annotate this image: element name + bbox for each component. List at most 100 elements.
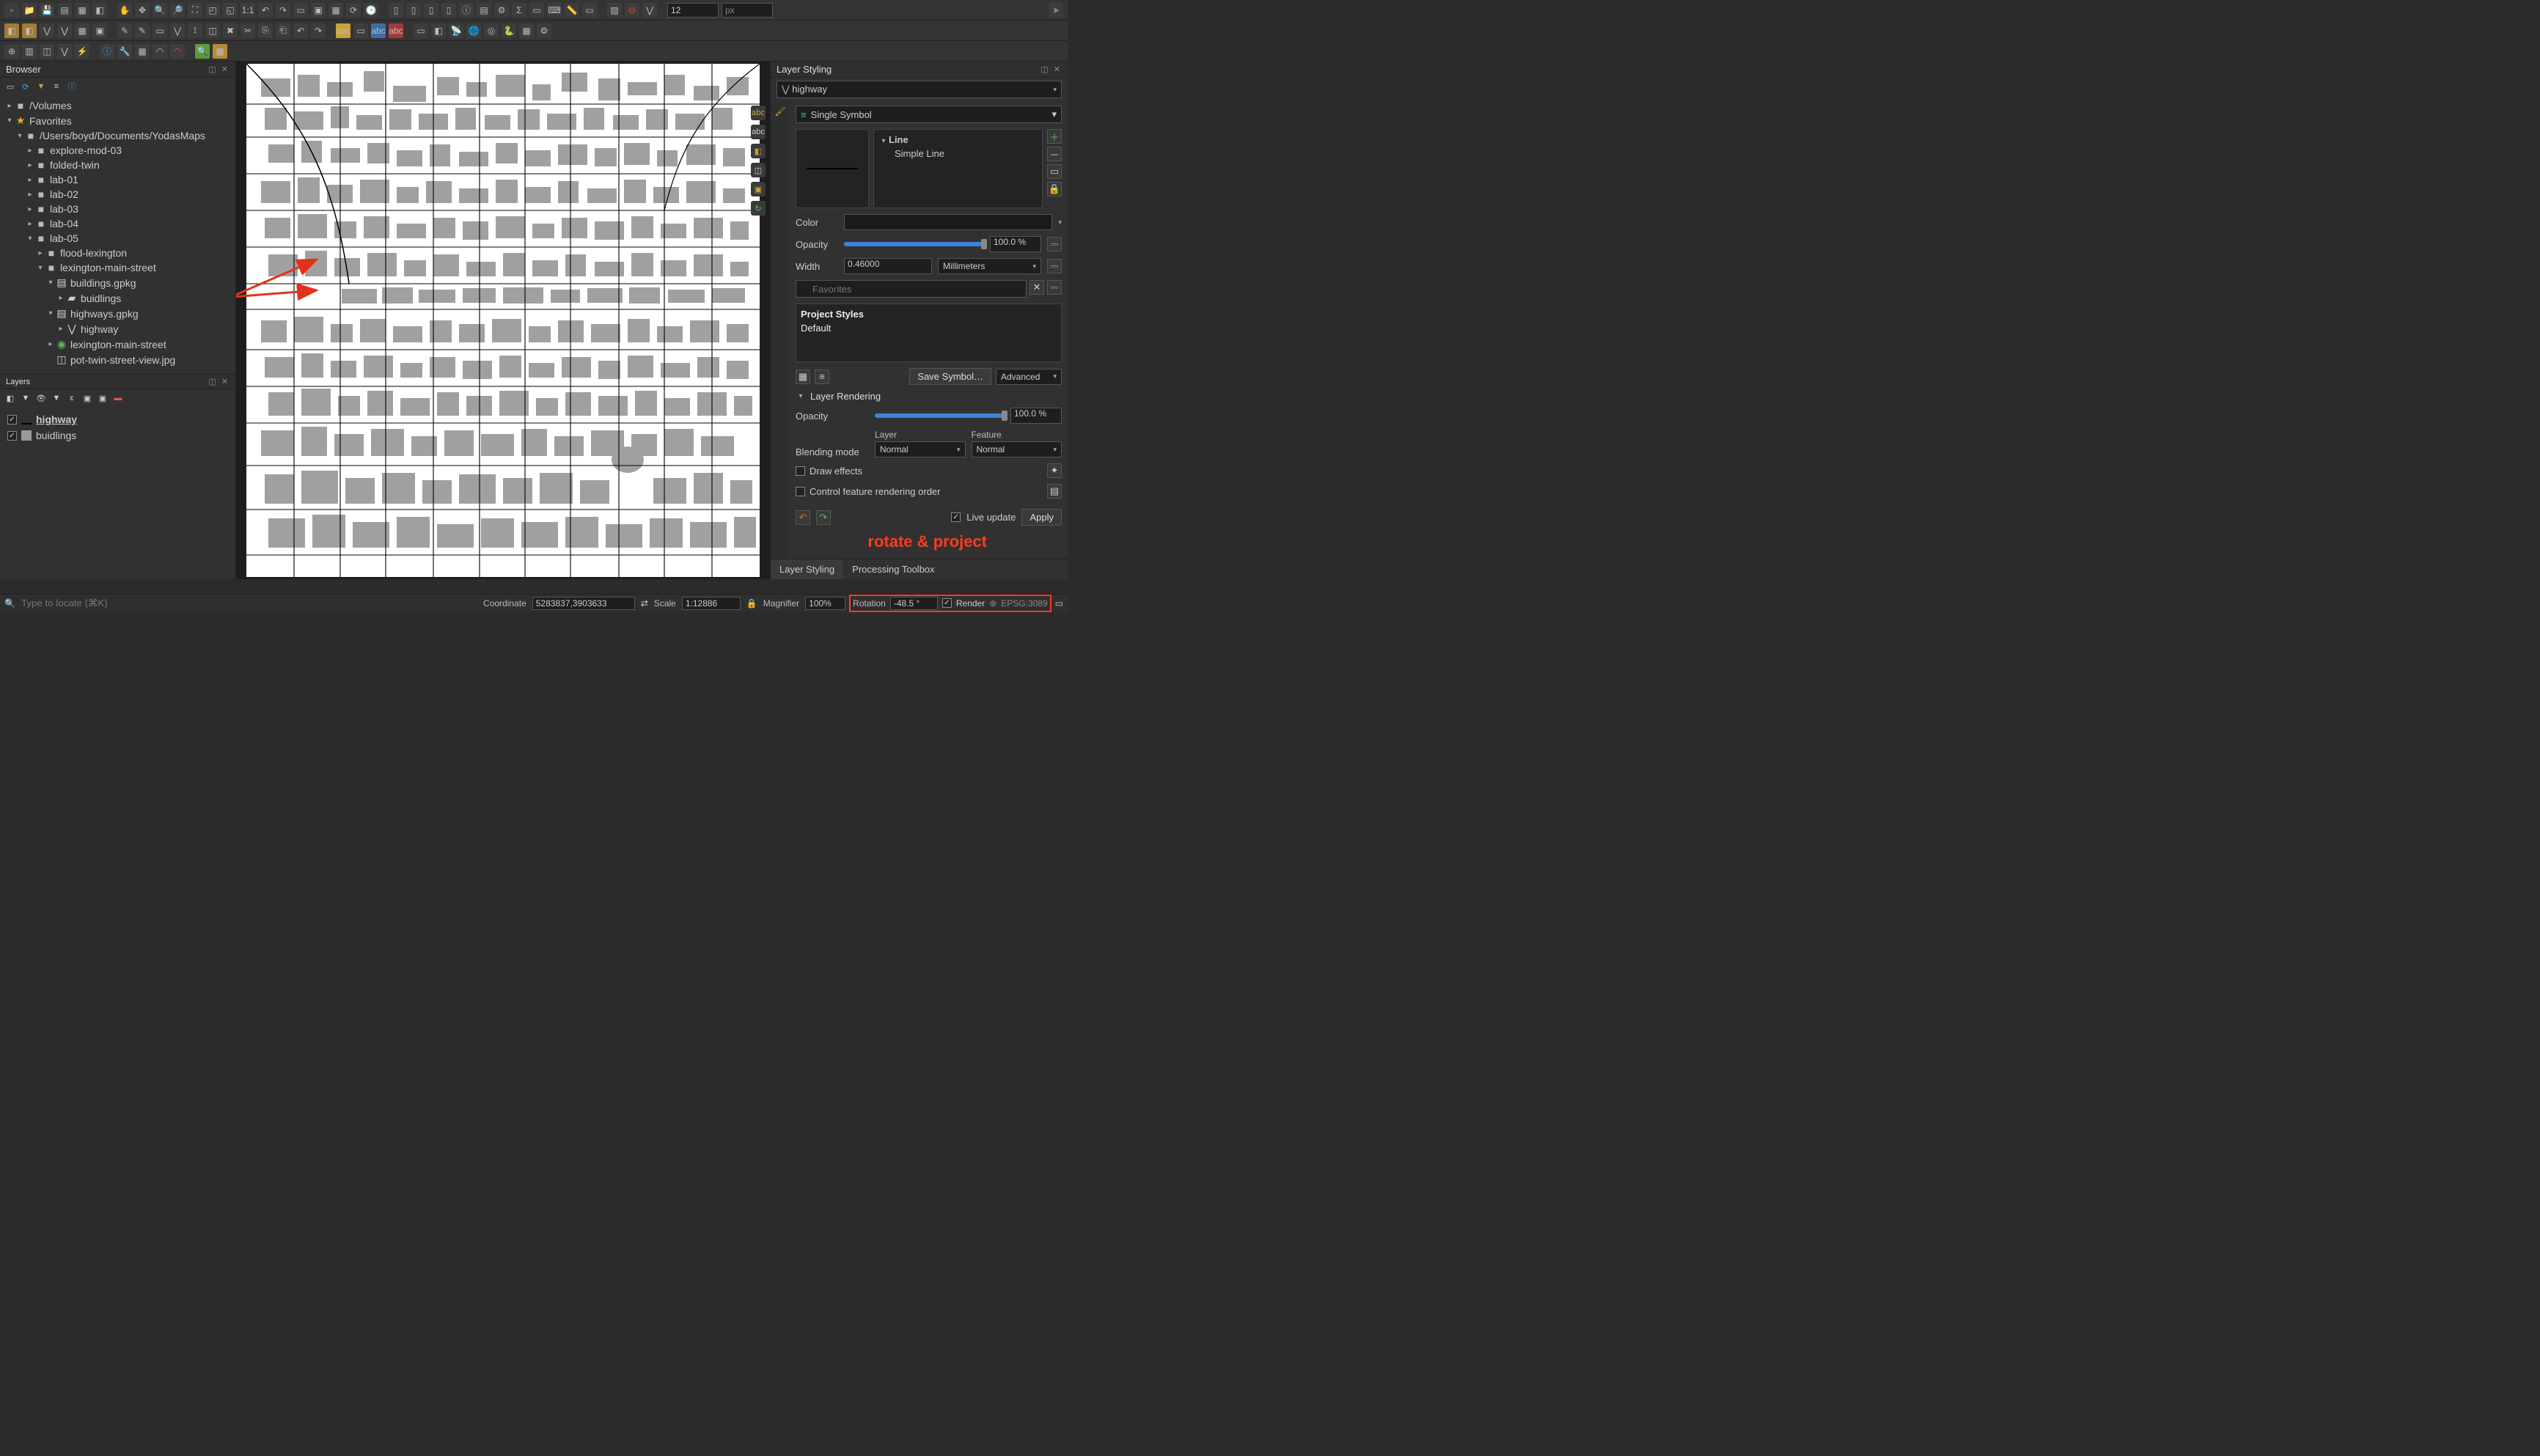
messages-icon[interactable]: ▭ bbox=[1055, 598, 1063, 608]
cad-trace-icon[interactable]: ▥ bbox=[22, 44, 37, 59]
epsg-button[interactable]: EPSG:3089 bbox=[1001, 598, 1047, 608]
tree-buildings-gpkg[interactable]: buildings.gpkg bbox=[70, 277, 136, 289]
save-symbol-button[interactable]: Save Symbol… bbox=[909, 368, 991, 385]
checkbox-icon[interactable]: ✓ bbox=[7, 431, 17, 441]
avoid-int-icon[interactable]: ⚡ bbox=[75, 44, 89, 59]
keyboard-icon[interactable]: ⌨ bbox=[547, 3, 562, 18]
copy-icon[interactable]: ⎘ bbox=[258, 23, 273, 38]
tree-yodasmaps[interactable]: /Users/boyd/Documents/YodasMaps bbox=[40, 130, 205, 141]
georef-icon[interactable]: ◧ bbox=[431, 23, 446, 38]
undo-style-button[interactable]: ↶ bbox=[796, 510, 810, 525]
new-3d-view-icon[interactable]: ▦ bbox=[328, 3, 343, 18]
cad-tool-icon[interactable]: ◫ bbox=[40, 44, 54, 59]
search-icon[interactable]: 🔍 bbox=[195, 44, 210, 59]
deselect-icon[interactable]: ▯ bbox=[424, 3, 438, 18]
add-feature-icon[interactable]: ▭ bbox=[153, 23, 167, 38]
redo-icon[interactable]: ↷ bbox=[311, 23, 326, 38]
field-calc-icon[interactable]: ⚙ bbox=[494, 3, 509, 18]
icon-view-button[interactable]: ▦ bbox=[796, 369, 810, 384]
paste-icon[interactable]: ⎗ bbox=[276, 23, 290, 38]
cad-enable-icon[interactable]: ⊕ bbox=[4, 44, 19, 59]
new-layout-icon[interactable]: ▤ bbox=[57, 3, 72, 18]
render-check-icon[interactable]: ✓ bbox=[942, 598, 952, 608]
eye-icon[interactable]: 👁 bbox=[35, 392, 47, 404]
tree-buildings-layer[interactable]: buidlings bbox=[81, 293, 121, 304]
feature-blend-select[interactable]: Normal▾ bbox=[972, 441, 1062, 457]
mask-icon[interactable]: ▣ bbox=[751, 182, 766, 196]
refresh-icon[interactable]: ⟳ bbox=[346, 3, 361, 18]
zoom-in-icon[interactable]: 🔍 bbox=[153, 3, 167, 18]
gps-tool-icon[interactable]: ◎ bbox=[484, 23, 499, 38]
osm-icon[interactable]: ▦ bbox=[213, 44, 227, 59]
new-gpkg-icon[interactable]: ◧ bbox=[22, 23, 37, 38]
delete-icon[interactable]: ✖ bbox=[223, 23, 238, 38]
symbol-tree[interactable]: ▾Line Simple Line bbox=[873, 129, 1043, 208]
layer-row-highway[interactable]: ✓ highway bbox=[4, 411, 231, 427]
vertex-tool-icon[interactable]: ⋁ bbox=[170, 23, 185, 38]
processing-icon[interactable]: ⚙ bbox=[537, 23, 551, 38]
diagram-icon[interactable]: ◫ bbox=[751, 163, 766, 177]
tree-item[interactable]: pot-twin-street-view.jpg bbox=[70, 354, 175, 366]
snap-icon[interactable]: ⊙ bbox=[625, 3, 639, 18]
panel-controls[interactable]: ◫ ✕ bbox=[1040, 65, 1062, 74]
undo-icon[interactable]: ↶ bbox=[293, 23, 308, 38]
draw-effects-check[interactable]: Draw effects ✦ bbox=[796, 463, 1062, 478]
properties-icon[interactable]: ⓘ bbox=[66, 81, 78, 92]
tree-item[interactable]: lexington-main-street bbox=[60, 262, 156, 273]
tree-item[interactable]: lexington-main-street bbox=[70, 339, 166, 350]
add-layer-icon[interactable]: ▭ bbox=[4, 81, 16, 92]
color-picker[interactable] bbox=[844, 214, 1052, 230]
lock-scale-icon[interactable]: 🔒 bbox=[746, 598, 757, 608]
new-virtual-icon[interactable]: ▦ bbox=[75, 23, 89, 38]
layer-row-buildings[interactable]: ✓ buidlings bbox=[4, 427, 231, 444]
annot-icon[interactable]: ▭ bbox=[582, 3, 597, 18]
expression-icon[interactable]: ε bbox=[66, 392, 78, 404]
opacity-value[interactable]: 100.0 % bbox=[990, 236, 1041, 252]
tree-item[interactable]: lab-01 bbox=[50, 174, 78, 185]
cut-icon[interactable]: ✂ bbox=[241, 23, 255, 38]
layout-manager-icon[interactable]: ▦ bbox=[75, 3, 89, 18]
label-yellow-icon[interactable]: abc bbox=[336, 23, 350, 38]
collapse-all-icon[interactable]: ≡ bbox=[51, 81, 62, 92]
lock-symbol-layer-button[interactable]: 🔒 bbox=[1047, 182, 1062, 196]
cad-icon[interactable]: ⟟ bbox=[188, 23, 202, 38]
style-manager-button[interactable]: ⎓ bbox=[1047, 280, 1062, 295]
layer-blend-select[interactable]: Normal▾ bbox=[875, 441, 966, 457]
attribute-table-icon[interactable]: ▤ bbox=[477, 3, 491, 18]
pointer-arrow-icon[interactable]: ➤ bbox=[1049, 3, 1063, 18]
remove-symbol-layer-button[interactable]: － bbox=[1047, 147, 1062, 161]
scale-value[interactable]: 1:12886 bbox=[682, 597, 741, 610]
measure-icon[interactable]: 📏 bbox=[565, 3, 579, 18]
panel-controls[interactable]: ◫ ✕ bbox=[208, 65, 230, 74]
new-spatialite-icon[interactable]: ⋁ bbox=[57, 23, 72, 38]
temporal-icon[interactable]: 🕒 bbox=[364, 3, 378, 18]
cube-icon[interactable]: ◧ bbox=[751, 144, 766, 158]
pan-icon[interactable]: ✋ bbox=[117, 3, 132, 18]
live-update-check-icon[interactable]: ✓ bbox=[951, 512, 961, 522]
layers-list[interactable]: ✓ highway ✓ buidlings bbox=[0, 407, 235, 448]
filter-browser-icon[interactable]: ▼ bbox=[35, 81, 47, 92]
symbol-mode-select[interactable]: ≡ Single Symbol ▾ bbox=[796, 106, 1062, 123]
open-project-icon[interactable]: 📁 bbox=[22, 3, 37, 18]
font-size-input[interactable] bbox=[667, 3, 719, 18]
style-preset-icon[interactable]: ◧ bbox=[4, 392, 16, 404]
gps-icon[interactable]: 📡 bbox=[449, 23, 463, 38]
new-memory-icon[interactable]: ▣ bbox=[92, 23, 107, 38]
tree-item[interactable]: folded-twin bbox=[50, 159, 100, 171]
tree-item[interactable]: explore-mod-03 bbox=[50, 144, 122, 156]
decorations-icon[interactable]: ▭ bbox=[414, 23, 428, 38]
tree-highway-layer[interactable]: highway bbox=[81, 323, 118, 335]
save-edits-icon[interactable]: ✎ bbox=[135, 23, 150, 38]
unk-icon[interactable]: ▧ bbox=[607, 3, 622, 18]
select-poly-icon[interactable]: ▯ bbox=[441, 3, 456, 18]
tree-favorites[interactable]: Favorites bbox=[29, 115, 72, 127]
symbol-root[interactable]: Line bbox=[889, 134, 909, 145]
px-unit[interactable]: px bbox=[722, 3, 773, 18]
lr-opacity-value[interactable]: 100.0 % bbox=[1010, 408, 1062, 424]
select-value-icon[interactable]: ▯ bbox=[406, 3, 421, 18]
locate-input[interactable] bbox=[21, 597, 241, 610]
browser-tree[interactable]: ▸■/Volumes ▾★Favorites ▾■/Users/boyd/Doc… bbox=[0, 95, 235, 374]
symbol-child[interactable]: Simple Line bbox=[895, 148, 944, 159]
layer-select[interactable]: ⋁ highway ▾ bbox=[777, 81, 1062, 98]
order-settings-icon[interactable]: ▤ bbox=[1047, 484, 1062, 499]
